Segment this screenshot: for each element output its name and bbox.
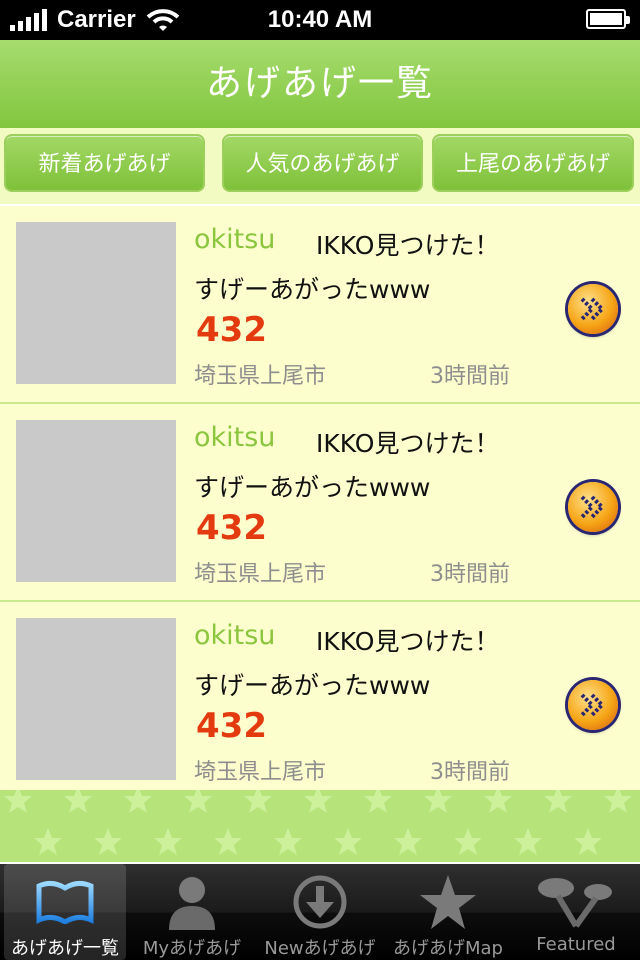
tab-age-list[interactable]: あげあげ一覧 bbox=[4, 864, 126, 960]
post-time-ago: 3時間前 bbox=[430, 364, 510, 389]
age-count: 432 bbox=[196, 706, 267, 746]
post-message-line2: すげーあがったwww bbox=[194, 671, 431, 700]
post-location: 埼玉県上尾市 bbox=[194, 760, 327, 785]
post-list: okitsu IKKO見つけた！ すげーあがったwww 432 埼玉県上尾市 3… bbox=[0, 206, 640, 800]
username-link[interactable]: okitsu bbox=[194, 224, 275, 255]
username-link[interactable]: okitsu bbox=[194, 620, 275, 651]
post-thumbnail[interactable] bbox=[16, 420, 176, 582]
forward-arrow-icon[interactable] bbox=[568, 284, 618, 334]
navigation-header: あげあげ一覧 bbox=[0, 40, 640, 128]
tab-featured[interactable]: Featured bbox=[512, 864, 640, 960]
post-message-line1: IKKO見つけた！ bbox=[316, 429, 500, 458]
tab-new-age[interactable]: Newあげあげ bbox=[256, 864, 384, 960]
tab-label: あげあげ一覧 bbox=[11, 938, 119, 959]
age-count: 432 bbox=[196, 310, 267, 350]
segment-bar: 新着あげあげ 人気のあげあげ 上尾のあげあげ bbox=[0, 128, 640, 204]
star-pattern-icon bbox=[4, 790, 632, 855]
tab-age-map[interactable]: あげあげMap bbox=[384, 864, 512, 960]
star-pattern-background bbox=[0, 790, 640, 862]
person-icon bbox=[128, 872, 256, 932]
forward-arrow-icon[interactable] bbox=[568, 482, 618, 532]
status-bar: Carrier 10:40 AM bbox=[0, 0, 640, 40]
post-message-line2: すげーあがったwww bbox=[194, 473, 431, 502]
tab-label: Featured bbox=[536, 934, 616, 955]
battery-icon bbox=[586, 9, 630, 29]
username-link[interactable]: okitsu bbox=[194, 422, 275, 453]
post-message-line1: IKKO見つけた！ bbox=[316, 627, 500, 656]
list-item[interactable]: okitsu IKKO見つけた！ すげーあがったwww 432 埼玉県上尾市 3… bbox=[0, 206, 640, 404]
post-thumbnail[interactable] bbox=[16, 222, 176, 384]
post-thumbnail[interactable] bbox=[16, 618, 176, 780]
post-time-ago: 3時間前 bbox=[430, 760, 510, 785]
tab-label: Myあげあげ bbox=[142, 938, 242, 959]
age-count: 432 bbox=[196, 508, 267, 548]
clock: 10:40 AM bbox=[267, 6, 373, 33]
tab-bar: あげあげ一覧 Myあげあげ Newあげあげ あげあげMap Featured bbox=[0, 864, 640, 960]
tab-ageo-posts[interactable]: 上尾のあげあげ bbox=[432, 134, 634, 192]
post-message-line2: すげーあがったwww bbox=[194, 275, 431, 304]
post-message-line1: IKKO見つけた！ bbox=[316, 231, 500, 260]
post-time-ago: 3時間前 bbox=[430, 562, 510, 587]
star-icon bbox=[384, 872, 512, 932]
list-item[interactable]: okitsu IKKO見つけた！ すげーあがったwww 432 埼玉県上尾市 3… bbox=[0, 602, 640, 800]
download-icon bbox=[256, 872, 384, 932]
post-location: 埼玉県上尾市 bbox=[194, 562, 327, 587]
tab-new-posts[interactable]: 新着あげあげ bbox=[4, 134, 205, 192]
tab-label: あげあげMap bbox=[393, 938, 503, 959]
featured-icon bbox=[512, 872, 640, 932]
tab-popular-posts[interactable]: 人気のあげあげ bbox=[222, 134, 423, 192]
post-location: 埼玉県上尾市 bbox=[194, 364, 327, 389]
page-title: あげあげ一覧 bbox=[205, 63, 434, 104]
tab-my-age[interactable]: Myあげあげ bbox=[128, 864, 256, 960]
forward-arrow-icon[interactable] bbox=[568, 680, 618, 730]
list-item[interactable]: okitsu IKKO見つけた！ すげーあがったwww 432 埼玉県上尾市 3… bbox=[0, 404, 640, 602]
book-icon bbox=[4, 872, 126, 932]
tab-label: Newあげあげ bbox=[264, 938, 376, 959]
